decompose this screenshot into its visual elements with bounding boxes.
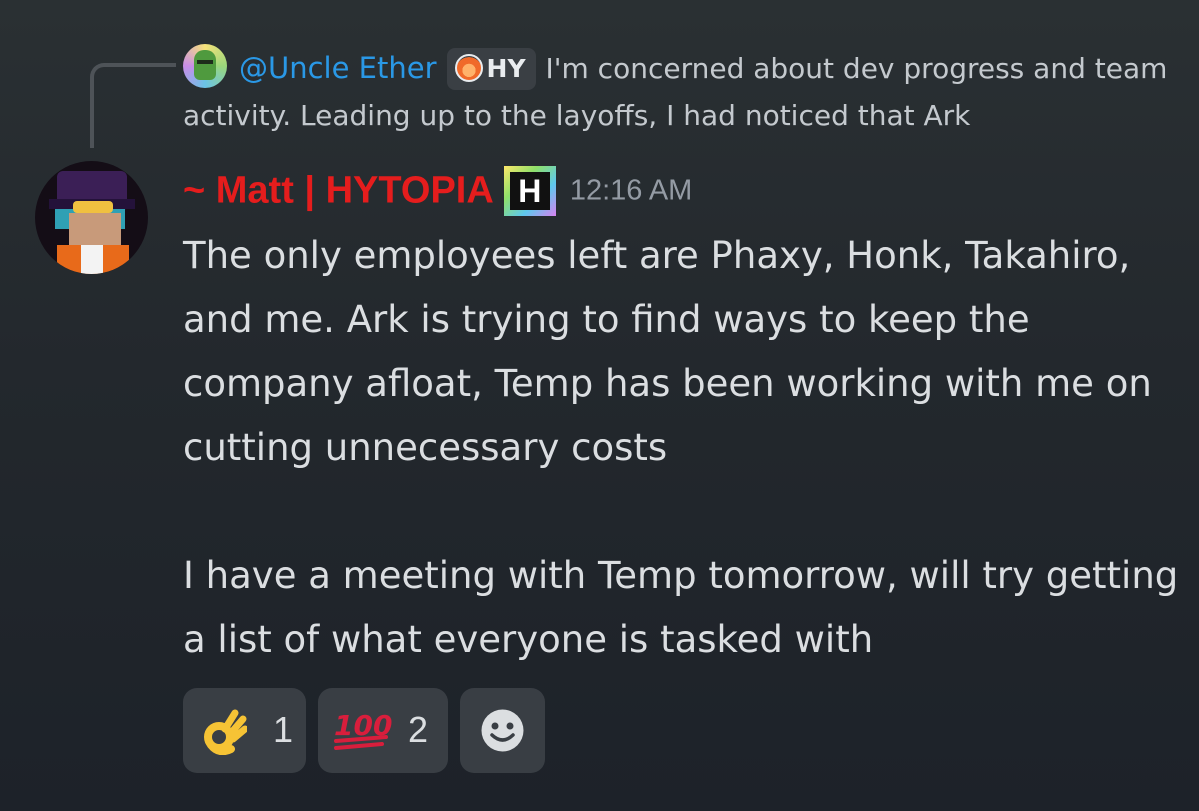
flame-icon	[454, 54, 483, 82]
role-icon[interactable]: H	[503, 166, 556, 216]
author-name[interactable]: ~ Matt | HYTOPIA	[183, 170, 494, 212]
smiley-icon	[481, 709, 524, 752]
reply-preview[interactable]: @Uncle Ether HY I'm concerned about dev pr…	[183, 44, 1173, 139]
reply-connector	[90, 63, 176, 148]
ok-hand-icon	[204, 709, 247, 755]
message-paragraph: I have a meeting with Temp tomorrow, wil…	[183, 554, 1179, 661]
message-paragraph: The only employees left are Phaxy, Honk,…	[183, 234, 1152, 469]
server-tag-label: HY	[486, 54, 526, 83]
reaction-hundred[interactable]: 100 2	[318, 688, 448, 773]
server-tag[interactable]: HY	[446, 48, 536, 90]
role-icon-letter: H	[509, 172, 550, 210]
message-header: ~ Matt | HYTOPIA H 12:16 AM	[183, 166, 692, 216]
reaction-count: 1	[273, 709, 294, 750]
hundred-points-icon: 100	[334, 709, 392, 750]
reaction-count: 2	[408, 709, 429, 750]
add-reaction-button[interactable]	[460, 688, 545, 773]
message-content: The only employees left are Phaxy, Honk,…	[183, 224, 1183, 672]
reply-username[interactable]: @Uncle Ether	[239, 51, 437, 85]
reply-avatar[interactable]	[183, 44, 227, 88]
message-timestamp[interactable]: 12:16 AM	[570, 175, 693, 207]
reaction-ok-hand[interactable]: 1	[183, 688, 306, 773]
author-avatar[interactable]	[35, 161, 148, 274]
